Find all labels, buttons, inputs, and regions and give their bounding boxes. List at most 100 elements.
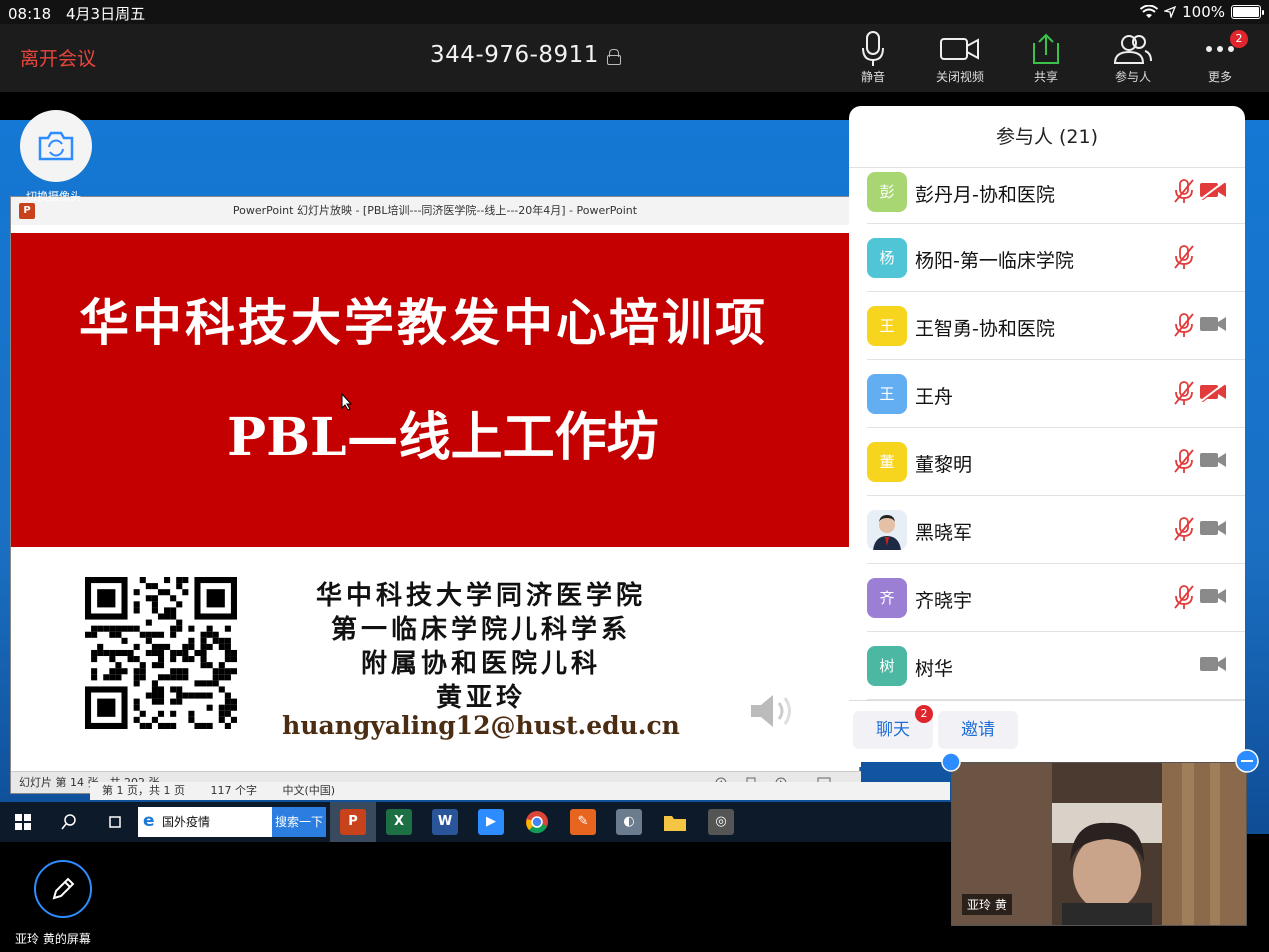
participants-list: 彭彭丹月-协和医院杨杨阳-第一临床学院王王智勇-协和医院王王舟董董黎明 黑晓军齐齐… (849, 168, 1245, 700)
windows-icon (15, 814, 31, 830)
participant-name: 王智勇-协和医院 (915, 318, 1055, 340)
share-icon (1033, 33, 1059, 64)
participant-mic-status (1173, 584, 1195, 614)
share-label: 共享 (1033, 70, 1058, 84)
minimize-video-icon[interactable] (1234, 748, 1260, 774)
participant-row[interactable]: 杨杨阳-第一临床学院 (867, 224, 1245, 292)
app-icon: ◐ (616, 809, 642, 835)
powerpoint-app-icon: P (340, 809, 366, 835)
info-dot-icon (941, 752, 961, 772)
taskbar-file-explorer[interactable] (652, 802, 698, 842)
participant-mic-status (1173, 448, 1195, 478)
leave-meeting-button[interactable]: 离开会议 (20, 44, 96, 71)
participant-row[interactable]: 王王舟 (867, 360, 1245, 428)
powerpoint-icon: P (19, 203, 35, 219)
participant-avatar: 齐 (867, 578, 907, 618)
participant-avatar: 王 (867, 374, 907, 414)
participant-row[interactable]: 彭彭丹月-协和医院 (867, 168, 1245, 224)
participant-row[interactable]: 树树华 (867, 632, 1245, 700)
search-button[interactable] (46, 802, 92, 842)
invite-label: 邀请 (961, 720, 995, 740)
participant-mic-status (1173, 312, 1195, 342)
task-view-button[interactable] (92, 802, 138, 842)
participants-panel: 参与人 (21) 彭彭丹月-协和医院杨杨阳-第一临床学院王王智勇-协和医院王王舟… (849, 106, 1245, 762)
participants-icon (1113, 35, 1152, 64)
participant-avatar-photo (867, 510, 907, 550)
pencil-icon (52, 877, 75, 900)
taskbar-powerpoint[interactable]: P (330, 802, 376, 842)
qr-code (85, 577, 237, 729)
speaker-icon (751, 695, 791, 727)
participant-avatar: 董 (867, 442, 907, 482)
participant-mic-status (1173, 380, 1195, 410)
stop-video-button[interactable]: 关闭视频 (920, 30, 1000, 85)
zoom-app-icon: ▶ (478, 809, 504, 835)
camera-switch-icon (38, 131, 74, 161)
participant-video-status (1199, 180, 1227, 204)
participant-mic-status (1173, 244, 1195, 274)
word-count: 117 个字 (210, 784, 257, 797)
participant-video-status (1199, 654, 1227, 678)
slide-email: huangyaling12@hust.edu.cn (282, 711, 680, 740)
taskbar-app[interactable]: ✎ (560, 802, 606, 842)
excel-app-icon: X (386, 809, 412, 835)
annotate-button[interactable] (34, 860, 92, 918)
windows-taskbar: 国外疫情 搜索一下 P X W ▶ ✎ ◐ ◎ (0, 802, 960, 842)
taskbar-app[interactable]: ◎ (698, 802, 744, 842)
participants-button[interactable]: 参与人 (1093, 30, 1173, 85)
video-name-label: 亚玲 黄 (962, 894, 1012, 915)
video-on-icon (1200, 589, 1226, 603)
self-video-thumbnail[interactable]: 亚玲 黄 (951, 762, 1247, 926)
muted-mic-icon (1174, 313, 1194, 337)
more-button[interactable]: 更多 2 (1180, 30, 1260, 85)
more-label: 更多 (1207, 70, 1232, 84)
search-icon (61, 814, 76, 830)
share-button[interactable]: 共享 (1006, 30, 1086, 85)
video-on-icon (1200, 317, 1226, 331)
more-icon (1206, 46, 1234, 52)
mute-button[interactable]: 静音 (833, 30, 913, 85)
muted-mic-icon (1174, 245, 1194, 269)
browser-search-button[interactable]: 搜索一下 (272, 807, 326, 837)
participant-video-status (1199, 450, 1227, 474)
app-icon: ✎ (570, 809, 596, 835)
muted-mic-icon (1174, 449, 1194, 473)
participant-row[interactable]: 王王智勇-协和医院 (867, 292, 1245, 360)
taskbar-zoom[interactable]: ▶ (468, 802, 514, 842)
taskbar-app[interactable]: ◐ (606, 802, 652, 842)
start-button[interactable] (0, 802, 46, 842)
participants-title: 参与人 (21) (849, 106, 1245, 168)
muted-mic-icon (1174, 517, 1194, 541)
location-icon (1164, 6, 1177, 18)
participants-footer: 聊天 2 邀请 (849, 700, 1245, 762)
lock-icon (606, 49, 621, 65)
participant-row[interactable]: 黑晓军 (867, 496, 1245, 564)
participant-video-status (1199, 314, 1227, 338)
microphone-icon (862, 31, 884, 66)
video-camera-icon (940, 38, 979, 60)
participant-avatar: 杨 (867, 238, 907, 278)
participant-mic-status (1173, 178, 1195, 208)
taskbar-word[interactable]: W (422, 802, 468, 842)
video-on-icon (1200, 453, 1226, 467)
browser-search-input[interactable]: 国外疫情 (138, 807, 272, 837)
switch-camera-button[interactable] (20, 110, 92, 182)
meeting-id-text: 344-976-8911 (430, 42, 599, 68)
shared-screen: P PowerPoint 幻灯片放映 - [PBL培训---同济医学院--线上-… (0, 92, 1269, 952)
participant-row[interactable]: 齐齐晓宇 (867, 564, 1245, 632)
invite-button[interactable]: 邀请 (938, 711, 1018, 749)
slide-info-line: 附属协和医院儿科 (360, 649, 601, 679)
taskbar-chrome[interactable] (514, 802, 560, 842)
shared-screen-label: 亚玲 黄的屏幕 (15, 932, 91, 946)
muted-mic-icon (1174, 179, 1194, 203)
app-icon: ◎ (708, 809, 734, 835)
status-date: 4月3日周五 (66, 5, 146, 23)
stop-video-label: 关闭视频 (935, 70, 984, 84)
ppt-window-title: PowerPoint 幻灯片放映 - [PBL培训---同济医学院--线上---… (232, 204, 638, 217)
participant-row[interactable]: 董董黎明 (867, 428, 1245, 496)
participant-name: 黑晓军 (915, 522, 973, 544)
taskbar-excel[interactable]: X (376, 802, 422, 842)
participant-name: 王舟 (915, 386, 954, 408)
participants-label: 参与人 (1114, 70, 1151, 84)
mute-label: 静音 (860, 70, 885, 84)
